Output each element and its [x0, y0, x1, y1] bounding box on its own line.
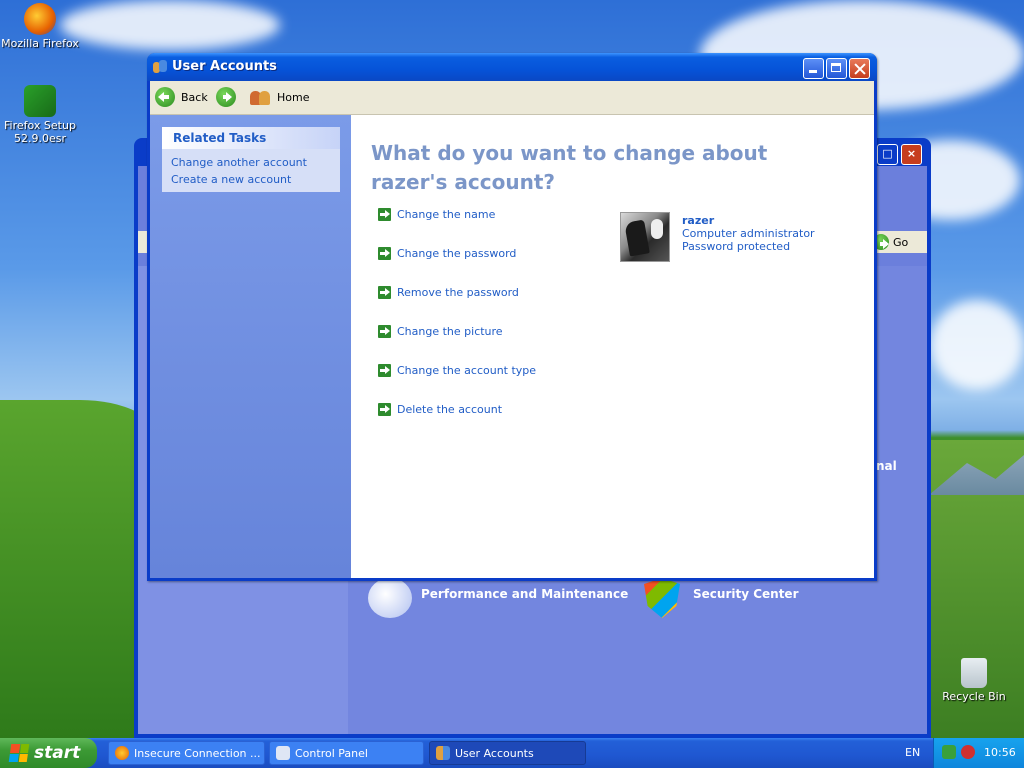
taskbar-button-label: Control Panel: [295, 746, 368, 760]
taskbar-button-firefox[interactable]: Insecure Connection ...: [108, 741, 265, 765]
user-card: razer Computer administrator Password pr…: [620, 212, 815, 262]
maximize-button[interactable]: [826, 58, 847, 79]
category-performance[interactable]: Performance and Maintenance: [421, 587, 628, 601]
cloud: [930, 300, 1024, 390]
category-security-center[interactable]: Security Center: [693, 587, 799, 601]
user-name: razer: [682, 214, 715, 227]
desktop-icon-firefox[interactable]: Mozilla Firefox: [0, 3, 80, 50]
arrow-icon: [378, 403, 391, 416]
action-label: Change the account type: [397, 364, 537, 377]
action-delete-account[interactable]: Delete the account: [378, 403, 502, 416]
maximize-button[interactable]: □: [877, 144, 898, 165]
home-button[interactable]: Home: [250, 86, 309, 108]
desktop-icon-label: Firefox Setup: [4, 119, 76, 132]
action-label: Remove the password: [397, 286, 519, 299]
installer-icon: [24, 85, 56, 117]
home-users-icon: [250, 88, 272, 106]
firefox-icon: [24, 3, 56, 35]
user-password-status: Password protected: [682, 240, 791, 253]
side-pane: Related Tasks Change another account Cre…: [150, 115, 351, 578]
related-tasks-list: Change another account Create a new acco…: [162, 149, 340, 192]
action-change-account-type[interactable]: Change the account type: [378, 364, 536, 377]
system-tray: 10:56: [933, 738, 1024, 768]
home-label: Home: [277, 90, 310, 104]
cloud: [60, 0, 280, 50]
action-remove-password[interactable]: Remove the password: [378, 286, 519, 299]
security-alert-icon[interactable]: [961, 745, 975, 759]
taskbar-button-control-panel[interactable]: Control Panel: [269, 741, 424, 765]
user-avatar: [620, 212, 670, 262]
link-change-another-account[interactable]: Change another account: [162, 154, 340, 171]
clock[interactable]: 10:56: [984, 746, 1016, 759]
performance-icon: [368, 578, 412, 618]
arrow-icon: [378, 208, 391, 221]
related-tasks-panel: Related Tasks Change another account Cre…: [162, 127, 340, 192]
windows-logo-icon: [8, 744, 30, 762]
user-info: razer Computer administrator Password pr…: [682, 214, 815, 262]
desktop-icon-label: Recycle Bin: [942, 690, 1006, 703]
taskbar: start Insecure Connection ... Control Pa…: [0, 738, 1024, 768]
window-title: User Accounts: [172, 59, 277, 74]
language-indicator[interactable]: EN: [905, 746, 920, 759]
category-label-partial: nal: [876, 459, 897, 473]
main-content: What do you want to change about razer's…: [351, 115, 874, 578]
back-arrow-icon: [155, 87, 175, 107]
page-heading: What do you want to change about razer's…: [371, 141, 768, 194]
taskbar-button-user-accounts[interactable]: User Accounts: [429, 741, 586, 765]
link-create-new-account[interactable]: Create a new account: [162, 171, 340, 188]
desktop-icon-label: 52.9.0esr: [13, 132, 66, 145]
start-label: start: [34, 743, 81, 763]
taskbar-button-label: Insecure Connection ...: [134, 746, 261, 760]
go-label: Go: [893, 235, 909, 249]
action-change-name[interactable]: Change the name: [378, 208, 495, 221]
close-button[interactable]: [849, 58, 870, 79]
related-tasks-heading: Related Tasks: [162, 127, 340, 149]
arrow-icon: [378, 364, 391, 377]
recycle-bin-icon: [961, 658, 987, 688]
navigation-bar: Back Home: [150, 81, 874, 115]
user-accounts-window: User Accounts Back Home Related Tasks Ch…: [147, 53, 877, 581]
action-label: Change the name: [397, 208, 496, 221]
action-change-picture[interactable]: Change the picture: [378, 325, 503, 338]
user-accounts-icon: [436, 746, 450, 760]
action-label: Change the password: [397, 247, 517, 260]
back-button[interactable]: Back: [155, 86, 208, 108]
arrow-icon: [378, 286, 391, 299]
minimize-button[interactable]: [803, 58, 824, 79]
action-change-password[interactable]: Change the password: [378, 247, 516, 260]
action-label: Change the picture: [397, 325, 503, 338]
control-panel-icon: [276, 746, 290, 760]
forward-arrow-icon: [216, 87, 236, 107]
network-icon[interactable]: [942, 745, 956, 759]
desktop-icon-recycle-bin[interactable]: Recycle Bin: [934, 658, 1014, 703]
taskbar-button-label: User Accounts: [455, 746, 534, 760]
user-accounts-icon: [153, 60, 167, 74]
desktop-icon-firefox-setup[interactable]: Firefox Setup 52.9.0esr: [0, 85, 80, 145]
arrow-icon: [378, 325, 391, 338]
forward-button[interactable]: [216, 86, 236, 108]
action-label: Delete the account: [397, 403, 503, 416]
start-button[interactable]: start: [0, 738, 97, 768]
go-button[interactable]: Go: [873, 233, 921, 251]
user-account-type: Computer administrator: [682, 227, 815, 240]
back-label: Back: [181, 90, 208, 104]
close-button[interactable]: ×: [901, 144, 922, 165]
firefox-icon: [115, 746, 129, 760]
title-bar[interactable]: User Accounts: [147, 53, 877, 81]
desktop-icon-label: Mozilla Firefox: [1, 37, 79, 50]
arrow-icon: [378, 247, 391, 260]
